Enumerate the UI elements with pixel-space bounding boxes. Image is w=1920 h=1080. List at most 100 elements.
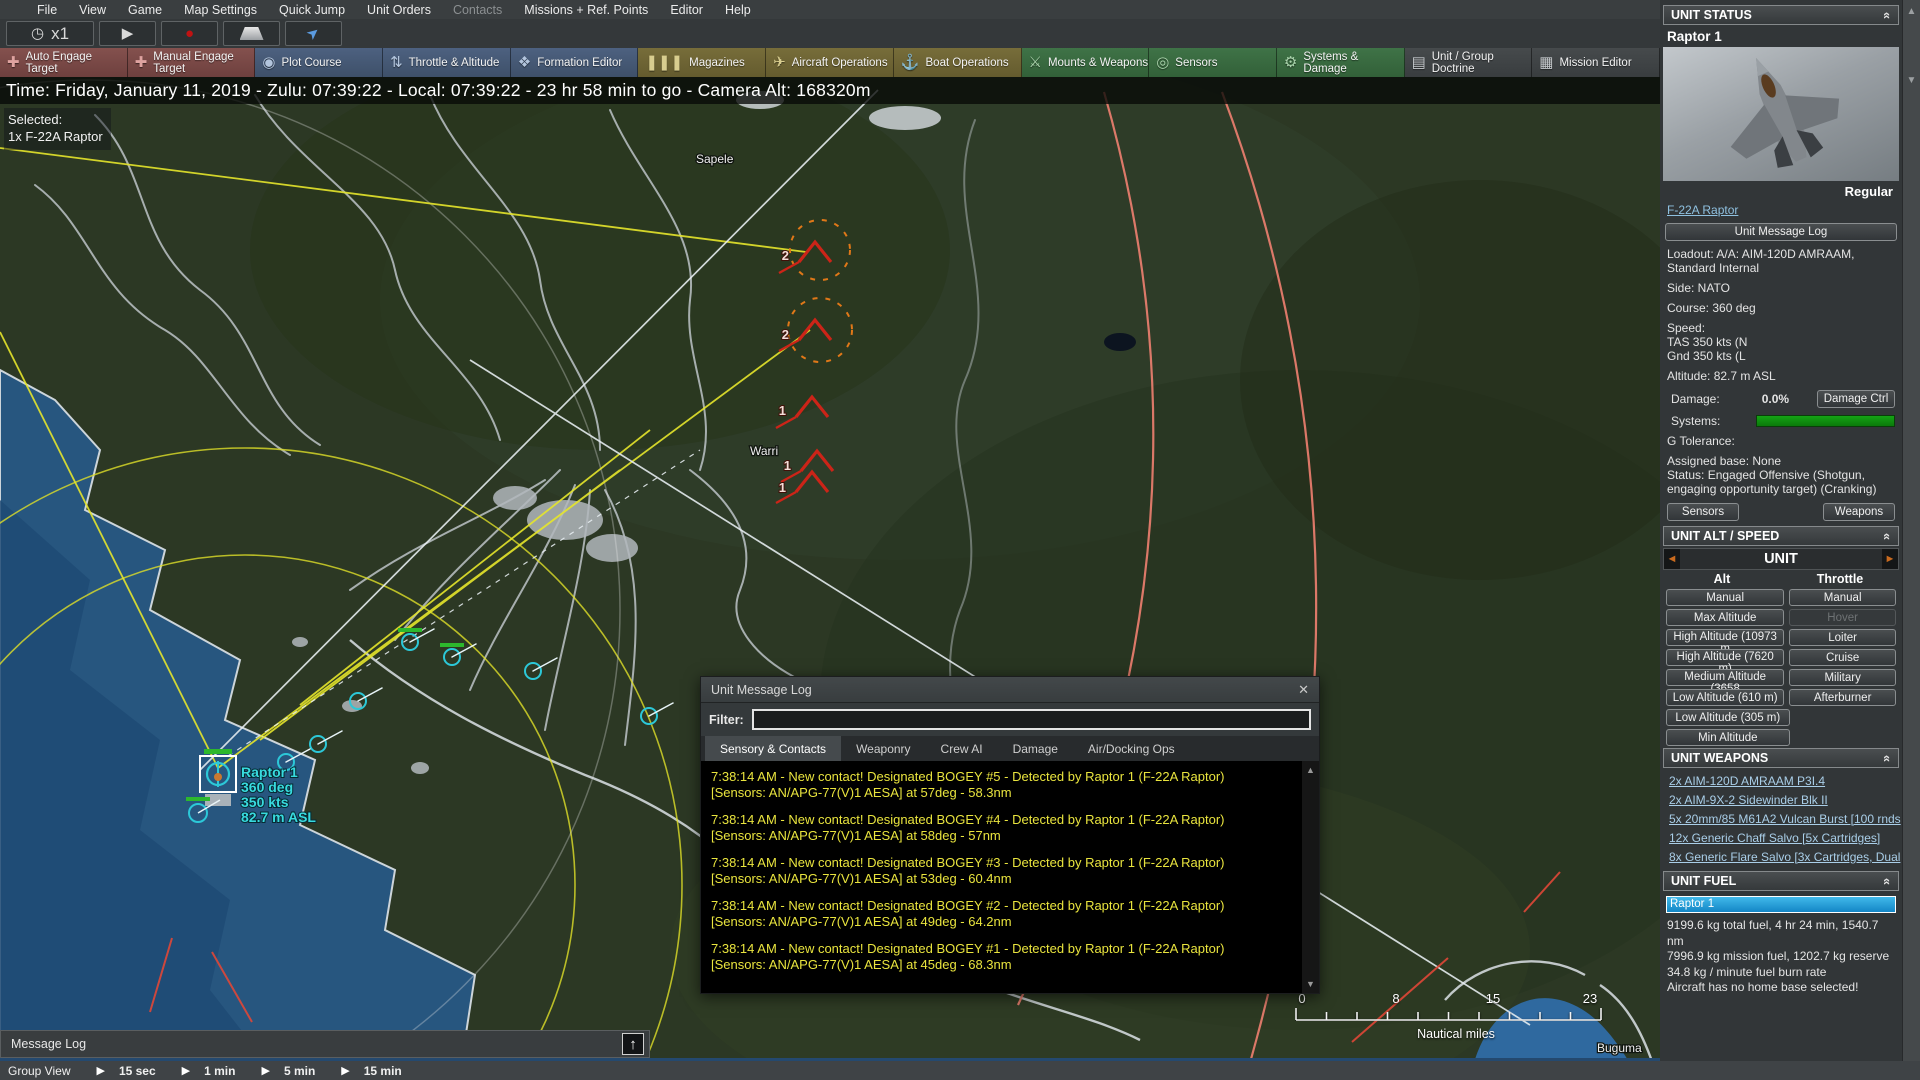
- time-bar: Time: Friday, January 11, 2019 - Zulu: 0…: [0, 77, 1660, 104]
- low-altitude-610-button[interactable]: Low Altitude (610 m): [1666, 689, 1785, 706]
- play-button[interactable]: ▶: [99, 21, 156, 46]
- unit-status-header[interactable]: UNIT STATUS «: [1663, 5, 1899, 25]
- unit-status-sidebar: ▲ ▼ UNIT STATUS « Raptor 1 Regular F-22A…: [1660, 0, 1920, 1061]
- place-label-warri: Warri: [750, 444, 778, 458]
- menu-missions-ref-points[interactable]: Missions + Ref. Points: [513, 3, 659, 17]
- systems-damage-button[interactable]: ⚙ Systems & Damage: [1276, 48, 1405, 77]
- mission-editor-button[interactable]: ▦ Mission Editor: [1532, 48, 1660, 77]
- unit-type-link[interactable]: F-22A Raptor: [1663, 200, 1899, 220]
- scope-right-arrow[interactable]: ►: [1882, 549, 1898, 569]
- military-button[interactable]: Military: [1789, 669, 1896, 686]
- unit-alt-speed-header[interactable]: UNIT ALT / SPEED «: [1663, 526, 1899, 546]
- message-list[interactable]: 7:38:14 AM - New contact! Designated BOG…: [701, 761, 1319, 993]
- speed-15sec[interactable]: 15 sec: [119, 1064, 156, 1078]
- weapon-link[interactable]: 8x Generic Flare Salvo [3x Cartridges, D…: [1669, 848, 1900, 867]
- tab-weaponry[interactable]: Weaponry: [841, 736, 925, 761]
- sensors-panel-button[interactable]: Sensors: [1667, 503, 1739, 521]
- record-button[interactable]: ●: [161, 21, 218, 46]
- speed-1min[interactable]: 1 min: [204, 1064, 235, 1078]
- unit-fuel-header[interactable]: UNIT FUEL «: [1663, 871, 1899, 891]
- menu-unit-orders[interactable]: Unit Orders: [356, 3, 442, 17]
- group-view-toggle[interactable]: Group View: [8, 1064, 70, 1078]
- menu-help[interactable]: Help: [714, 3, 762, 17]
- message-log-bar[interactable]: Message Log ↑: [0, 1030, 650, 1058]
- scroll-down-icon[interactable]: ▼: [1306, 979, 1315, 989]
- medium-altitude-button[interactable]: Medium Altitude (3658: [1666, 669, 1785, 695]
- play-triangle-icon[interactable]: ▶: [341, 1064, 349, 1077]
- scroll-up-icon[interactable]: ▲: [1903, 6, 1920, 17]
- weapon-link[interactable]: 2x AIM-9X-2 Sidewinder Blk II: [1669, 791, 1893, 810]
- app-window: File View Game Map Settings Quick Jump U…: [0, 0, 1920, 1080]
- unit-weapons-header[interactable]: UNIT WEAPONS «: [1663, 748, 1899, 768]
- tab-air-docking-ops[interactable]: Air/Docking Ops: [1073, 736, 1190, 761]
- manual-engage-target-button[interactable]: ✚ Manual Engage Target: [127, 48, 256, 77]
- scale-tick-label: 15: [1485, 991, 1501, 1006]
- menu-map-settings[interactable]: Map Settings: [173, 3, 268, 17]
- formation-editor-button[interactable]: ❖ Formation Editor: [510, 48, 639, 77]
- auto-engage-target-button[interactable]: ✚ Auto Engage Target: [0, 48, 128, 77]
- dialog-scrollbar[interactable]: ▲ ▼: [1302, 761, 1319, 993]
- weapon-link[interactable]: 12x Generic Chaff Salvo [5x Cartridges]: [1669, 829, 1893, 848]
- alt-manual-button[interactable]: Manual: [1666, 589, 1785, 606]
- menu-view[interactable]: View: [68, 3, 117, 17]
- max-altitude-button[interactable]: Max Altitude: [1666, 609, 1785, 626]
- dialog-title-bar[interactable]: Unit Message Log ✕: [701, 677, 1319, 703]
- play-triangle-icon[interactable]: ▶: [261, 1064, 269, 1077]
- scope-left-arrow[interactable]: ◄: [1664, 549, 1680, 569]
- selected-label: Selected:: [8, 112, 63, 127]
- time-compression-button[interactable]: ◷ x1: [6, 21, 94, 46]
- magazines-button[interactable]: ❚❚❚ Magazines: [638, 48, 767, 77]
- cruise-button[interactable]: Cruise: [1789, 649, 1896, 666]
- weapon-link[interactable]: 2x AIM-120D AMRAAM P3I.4: [1669, 772, 1893, 791]
- scale-ticks: [1295, 1008, 1602, 1021]
- unit-group-doctrine-button[interactable]: ▤ Unit / Group Doctrine: [1404, 48, 1533, 77]
- play-icon: ▶: [121, 25, 134, 42]
- scroll-up-icon[interactable]: ▲: [1306, 765, 1315, 775]
- mounts-weapons-button[interactable]: ⚔ Mounts & Weapons: [1021, 48, 1150, 77]
- low-altitude-305-button[interactable]: Low Altitude (305 m): [1666, 709, 1790, 726]
- speed-5min[interactable]: 5 min: [284, 1064, 315, 1078]
- high-altitude-7620-button[interactable]: High Altitude (7620 m): [1666, 649, 1785, 675]
- speed-15min[interactable]: 15 min: [364, 1064, 402, 1078]
- jump-arrow-icon: ➤: [303, 22, 324, 45]
- close-icon[interactable]: ✕: [1298, 682, 1309, 698]
- sidebar-scrollbar[interactable]: ▲ ▼: [1902, 0, 1920, 1061]
- high-altitude-10973-button[interactable]: High Altitude (10973 m: [1666, 629, 1785, 655]
- side-text: Side: NATO: [1667, 281, 1730, 295]
- dialog-filter-row: Filter:: [701, 703, 1319, 736]
- menu-file[interactable]: File: [26, 3, 68, 17]
- play-triangle-icon[interactable]: ▶: [96, 1064, 104, 1077]
- tab-sensory-contacts[interactable]: Sensory & Contacts: [705, 736, 842, 761]
- menu-editor[interactable]: Editor: [659, 3, 714, 17]
- filter-input[interactable]: [751, 709, 1311, 730]
- loadout-text: Loadout: A/A: AIM-120D AMRAAM, Standard …: [1667, 247, 1855, 275]
- tab-crew-ai[interactable]: Crew AI: [926, 736, 998, 761]
- weapon-link[interactable]: 5x 20mm/85 M61A2 Vulcan Burst [100 rnds: [1669, 810, 1901, 829]
- throttle-altitude-button[interactable]: ⇅ Throttle & Altitude: [383, 48, 511, 77]
- aircraft-operations-button[interactable]: ✈ Aircraft Operations: [766, 48, 894, 77]
- plot-course-button[interactable]: ◉ Plot Course: [255, 48, 384, 77]
- scroll-down-icon[interactable]: ▼: [1903, 75, 1920, 86]
- throttle-manual-button[interactable]: Manual: [1789, 589, 1896, 606]
- fuel-mission: 7996.9 kg mission fuel, 1202.7 kg reserv…: [1667, 949, 1890, 963]
- throttle-column-label: Throttle: [1816, 572, 1864, 586]
- menu-quick-jump[interactable]: Quick Jump: [268, 3, 356, 17]
- jump-to-button[interactable]: ➤: [285, 21, 342, 46]
- tab-damage[interactable]: Damage: [998, 736, 1073, 761]
- contact-count: 2: [782, 248, 789, 263]
- map-view-button[interactable]: [223, 21, 280, 46]
- unit-message-log-button[interactable]: Unit Message Log: [1665, 223, 1897, 241]
- damage-ctrl-button[interactable]: Damage Ctrl: [1817, 390, 1895, 408]
- expand-log-button[interactable]: ↑: [622, 1033, 644, 1055]
- play-triangle-icon[interactable]: ▶: [182, 1064, 190, 1077]
- loiter-button[interactable]: Loiter: [1789, 629, 1896, 646]
- min-altitude-button[interactable]: Min Altitude: [1666, 729, 1790, 746]
- fuel-unit-selected-item[interactable]: Raptor 1: [1666, 896, 1896, 913]
- weapons-panel-button[interactable]: Weapons: [1823, 503, 1895, 521]
- fuel-info: 9199.6 kg total fuel, 4 hr 24 min, 1540.…: [1663, 916, 1899, 998]
- afterburner-button[interactable]: Afterburner: [1789, 689, 1896, 706]
- contact-count: 1: [779, 403, 786, 418]
- boat-operations-button[interactable]: ⚓ Boat Operations: [893, 48, 1022, 77]
- menu-game[interactable]: Game: [117, 3, 173, 17]
- sensors-button[interactable]: ◎ Sensors: [1149, 48, 1277, 77]
